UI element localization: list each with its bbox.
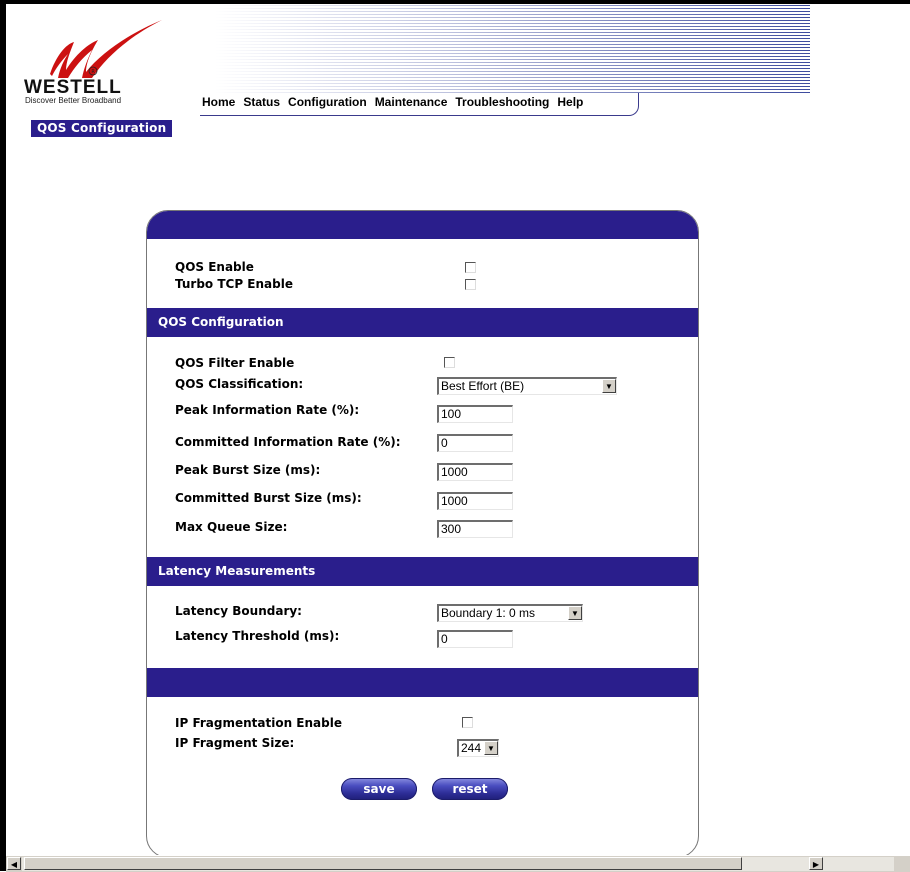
chevron-down-icon[interactable]: ▼ — [484, 741, 498, 755]
main-nav: Home Status Configuration Maintenance Tr… — [202, 95, 591, 109]
max-queue-input[interactable]: 300 — [437, 520, 513, 538]
latency-boundary-value: Boundary 1: 0 ms — [441, 606, 536, 620]
nav-status[interactable]: Status — [243, 95, 280, 109]
horizontal-scrollbar[interactable]: ◀ ▶ — [6, 855, 910, 872]
latency-section-header: Latency Measurements — [147, 557, 698, 586]
save-button[interactable]: save — [341, 778, 417, 800]
ip-frag-enable-checkbox[interactable] — [462, 717, 473, 728]
latency-threshold-label: Latency Threshold (ms): — [175, 629, 340, 643]
nav-home[interactable]: Home — [202, 95, 235, 109]
qos-panel: QOS Enable Turbo TCP Enable QOS Configur… — [146, 210, 699, 858]
pbs-label: Peak Burst Size (ms): — [175, 463, 321, 477]
scrollbar-thumb[interactable] — [24, 857, 742, 870]
nav-maintenance[interactable]: Maintenance — [375, 95, 448, 109]
pir-label: Peak Information Rate (%): — [175, 403, 360, 417]
chevron-down-icon[interactable]: ▼ — [602, 379, 616, 393]
ip-frag-enable-label: IP Fragmentation Enable — [175, 716, 342, 730]
window-frame-top — [0, 0, 910, 4]
cbs-input[interactable]: 1000 — [437, 492, 513, 510]
nav-configuration[interactable]: Configuration — [288, 95, 367, 109]
brand-tagline: Discover Better Broadband — [25, 96, 122, 105]
svg-text:R: R — [91, 69, 95, 75]
turbo-tcp-checkbox[interactable] — [465, 279, 476, 290]
chevron-down-icon[interactable]: ▼ — [568, 606, 582, 620]
latency-threshold-input[interactable]: 0 — [437, 630, 513, 648]
qos-classification-label: QOS Classification: — [175, 377, 304, 391]
ip-frag-size-value: 244 — [461, 741, 482, 755]
turbo-tcp-label: Turbo TCP Enable — [175, 277, 293, 291]
header-stripe-banner — [215, 5, 810, 93]
qos-config-section-header: QOS Configuration — [147, 308, 698, 337]
qos-filter-enable-checkbox[interactable] — [444, 357, 455, 368]
qos-classification-select[interactable]: Best Effort (BE) ▼ — [437, 377, 617, 395]
cir-input[interactable]: 0 — [437, 434, 513, 452]
qos-classification-value: Best Effort (BE) — [441, 379, 525, 393]
qos-filter-enable-label: QOS Filter Enable — [175, 356, 295, 370]
qos-enable-checkbox[interactable] — [465, 262, 476, 273]
cbs-label: Committed Burst Size (ms): — [175, 491, 362, 505]
latency-boundary-label: Latency Boundary: — [175, 604, 302, 618]
arrow-left-icon[interactable]: ◀ — [7, 857, 21, 870]
qos-enable-label: QOS Enable — [175, 260, 254, 274]
pbs-input[interactable]: 1000 — [437, 463, 513, 481]
fragmentation-section-header — [147, 668, 698, 697]
reset-button[interactable]: reset — [432, 778, 508, 800]
arrow-right-icon[interactable]: ▶ — [809, 857, 823, 870]
max-queue-label: Max Queue Size: — [175, 520, 288, 534]
cir-label: Committed Information Rate (%): — [175, 435, 401, 449]
latency-boundary-select[interactable]: Boundary 1: 0 ms ▼ — [437, 604, 583, 622]
window-frame-left — [0, 0, 6, 871]
panel-header-bar — [147, 211, 698, 239]
nav-help[interactable]: Help — [557, 95, 583, 109]
ip-frag-size-label: IP Fragment Size: — [175, 736, 295, 750]
page-title-tab: QOS Configuration — [31, 120, 173, 137]
ip-frag-size-select[interactable]: 244 ▼ — [457, 739, 499, 757]
pir-input[interactable]: 100 — [437, 405, 513, 423]
nav-troubleshooting[interactable]: Troubleshooting — [455, 95, 549, 109]
